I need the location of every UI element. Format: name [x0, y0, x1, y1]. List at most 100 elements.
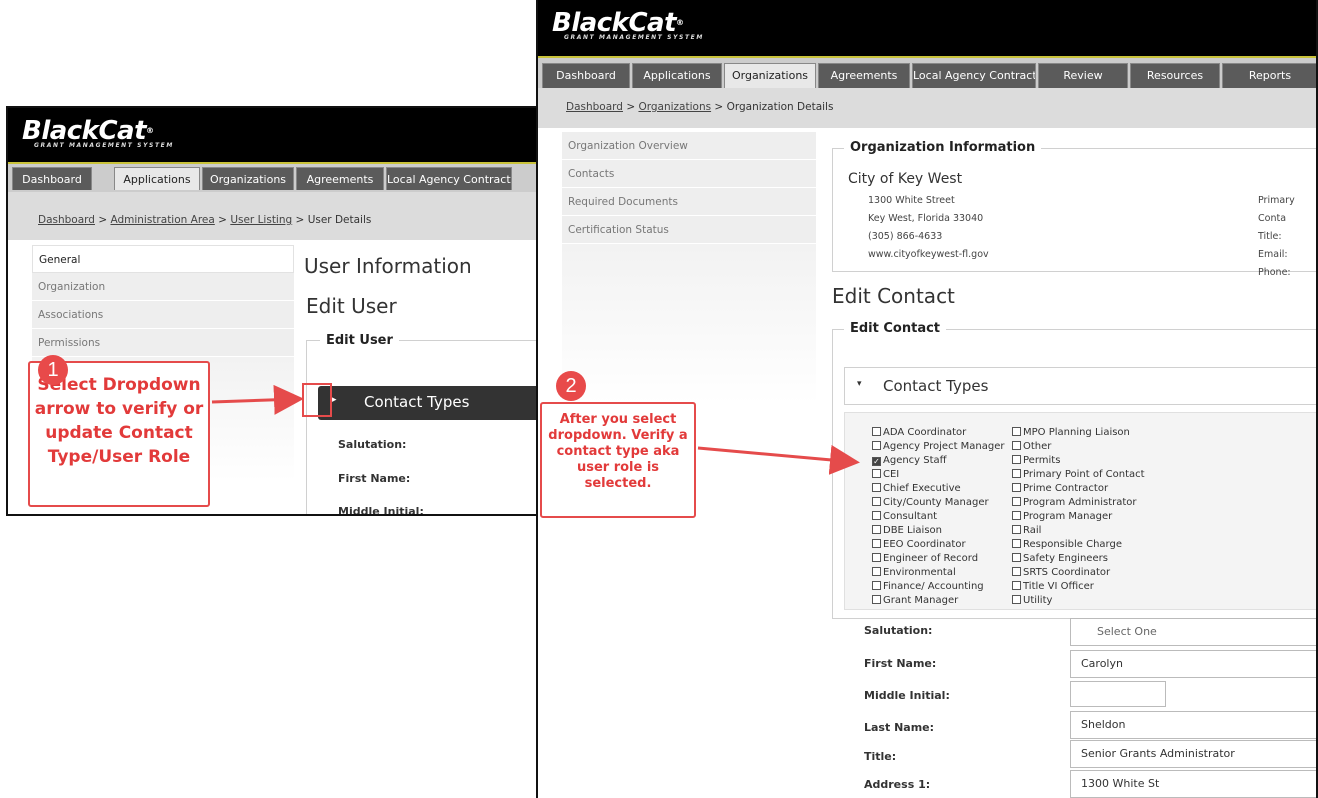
contact-type-option[interactable]: ADA Coordinator [872, 426, 1005, 440]
contact-type-option[interactable]: City/County Manager [872, 496, 1005, 510]
checkbox[interactable] [1012, 483, 1021, 492]
checkbox[interactable] [1012, 553, 1021, 562]
checkbox[interactable] [872, 581, 881, 590]
breadcrumb-dashboard[interactable]: Dashboard [38, 214, 95, 226]
checkbox[interactable] [872, 553, 881, 562]
org-address: 1300 White Street Key West, Florida 3304… [868, 192, 989, 264]
contact-type-option[interactable]: Other [1012, 440, 1145, 454]
edit-user-fieldset [306, 340, 536, 514]
contact-type-option[interactable]: Program Manager [1012, 510, 1145, 524]
checkbox[interactable] [872, 427, 881, 436]
contact-type-option[interactable]: Safety Engineers [1012, 552, 1145, 566]
checkbox[interactable] [1012, 567, 1021, 576]
checkbox[interactable] [1012, 511, 1021, 520]
contact-type-option[interactable]: Agency Project Manager [872, 440, 1005, 454]
contact-type-option[interactable]: ✓ Agency Staff [872, 454, 1005, 468]
breadcrumb-dashboard[interactable]: Dashboard [566, 101, 623, 113]
checkbox[interactable] [872, 441, 881, 450]
checkbox[interactable] [1012, 455, 1021, 464]
tab-dashboard[interactable]: Dashboard [542, 63, 630, 88]
checkbox[interactable] [872, 539, 881, 548]
contact-type-option[interactable]: Consultant [872, 510, 1005, 524]
contact-types-col-2: MPO Planning Liaison Other Permits Primary … [1012, 426, 1145, 608]
org-website: www.cityofkeywest-fl.gov [868, 249, 989, 260]
tab-applications[interactable]: Applications [114, 167, 200, 190]
contact-type-option[interactable]: Permits [1012, 454, 1145, 468]
checkbox[interactable]: ✓ [872, 457, 881, 466]
checkbox[interactable] [1012, 525, 1021, 534]
title-input[interactable]: Senior Grants Administrator [1070, 740, 1316, 768]
contact-type-option[interactable]: Primary Point of Contact [1012, 468, 1145, 482]
salutation-select[interactable]: Select One [1070, 618, 1316, 646]
checkbox[interactable] [872, 483, 881, 492]
contact-type-option[interactable]: Utility [1012, 594, 1145, 608]
address-1-input[interactable]: 1300 White St [1070, 770, 1316, 798]
checkbox[interactable] [1012, 581, 1021, 590]
tab-local-agency-contracts[interactable]: Local Agency Contracts [386, 167, 512, 190]
chevron-right-icon[interactable]: ▸ [332, 395, 337, 405]
app-header: BlackCat® GRANT MANAGEMENT SYSTEM [8, 108, 536, 164]
checkbox[interactable] [872, 567, 881, 576]
tab-applications[interactable]: Applications [632, 63, 722, 88]
tab-dashboard[interactable]: Dashboard [12, 167, 92, 190]
sidebar: Organization Overview Contacts Required … [562, 132, 816, 404]
contact-types-bar[interactable]: ▸ Contact Types [318, 386, 536, 420]
tab-organizations[interactable]: Organizations [202, 167, 294, 190]
checkbox[interactable] [872, 469, 881, 478]
middle-initial-input[interactable] [1070, 681, 1166, 707]
checkbox[interactable] [1012, 539, 1021, 548]
checkbox[interactable] [872, 595, 881, 604]
contact-type-option[interactable]: SRTS Coordinator [1012, 566, 1145, 580]
sidebar-item-associations[interactable]: Associations [32, 301, 294, 329]
contact-type-option[interactable]: Engineer of Record [872, 552, 1005, 566]
checkbox[interactable] [872, 497, 881, 506]
contact-type-option[interactable]: Grant Manager [872, 594, 1005, 608]
checkbox[interactable] [1012, 595, 1021, 604]
contact-type-option[interactable]: Responsible Charge [1012, 538, 1145, 552]
checkbox[interactable] [872, 511, 881, 520]
tab-reports[interactable]: Reports [1222, 63, 1316, 88]
sidebar-item-required-documents[interactable]: Required Documents [562, 188, 816, 216]
breadcrumb-organizations[interactable]: Organizations [638, 101, 711, 113]
tab-agreements[interactable]: Agreements [296, 167, 384, 190]
contact-type-option[interactable]: CEI [872, 468, 1005, 482]
sidebar-item-permissions[interactable]: Permissions [32, 329, 294, 357]
contact-type-option[interactable]: DBE Liaison [872, 524, 1005, 538]
tab-agreements[interactable]: Agreements [818, 63, 910, 88]
tab-organizations[interactable]: Organizations [724, 63, 816, 88]
contact-type-option[interactable]: Prime Contractor [1012, 482, 1145, 496]
sidebar-item-organization-overview[interactable]: Organization Overview [562, 132, 816, 160]
blackcat-logo: BlackCat® [552, 8, 684, 38]
tab-review[interactable]: Review [1038, 63, 1128, 88]
checkbox[interactable] [1012, 441, 1021, 450]
contact-type-option[interactable]: Environmental [872, 566, 1005, 580]
title-label: Title: [864, 750, 897, 763]
contact-type-option[interactable]: Program Administrator [1012, 496, 1145, 510]
contact-type-option[interactable]: Title VI Officer [1012, 580, 1145, 594]
chevron-down-icon[interactable]: ▾ [857, 379, 862, 389]
tab-local-agency-contracts[interactable]: Local Agency Contracts [912, 63, 1036, 88]
contact-type-option[interactable]: MPO Planning Liaison [1012, 426, 1145, 440]
contact-type-option[interactable]: Rail [1012, 524, 1145, 538]
sidebar-item-certification-status[interactable]: Certification Status [562, 216, 816, 244]
step-badge-2: 2 [556, 371, 586, 401]
contact-type-option[interactable]: EEO Coordinator [872, 538, 1005, 552]
breadcrumb-administration-area[interactable]: Administration Area [110, 214, 214, 226]
breadcrumb-user-listing[interactable]: User Listing [230, 214, 292, 226]
contact-type-option[interactable]: Chief Executive [872, 482, 1005, 496]
first-name-label: First Name: [864, 657, 937, 670]
first-name-input[interactable]: Carolyn [1070, 650, 1316, 678]
sidebar-item-contacts[interactable]: Contacts [562, 160, 816, 188]
tab-resources[interactable]: Resources [1130, 63, 1220, 88]
last-name-input[interactable]: Sheldon [1070, 711, 1316, 739]
checkbox[interactable] [1012, 469, 1021, 478]
breadcrumb: Dashboard > Organizations > Organization… [538, 88, 1316, 128]
sidebar-item-organization[interactable]: Organization [32, 273, 294, 301]
sidebar-item-general[interactable]: General [32, 245, 294, 273]
contact-types-bar[interactable]: ▾ Contact Types [844, 367, 1316, 405]
contact-type-option[interactable]: Finance/ Accounting [872, 580, 1005, 594]
checkbox[interactable] [1012, 497, 1021, 506]
checkbox[interactable] [872, 525, 881, 534]
checkbox[interactable] [1012, 427, 1021, 436]
main-nav: Dashboard Applications Organizations Agr… [8, 164, 536, 192]
